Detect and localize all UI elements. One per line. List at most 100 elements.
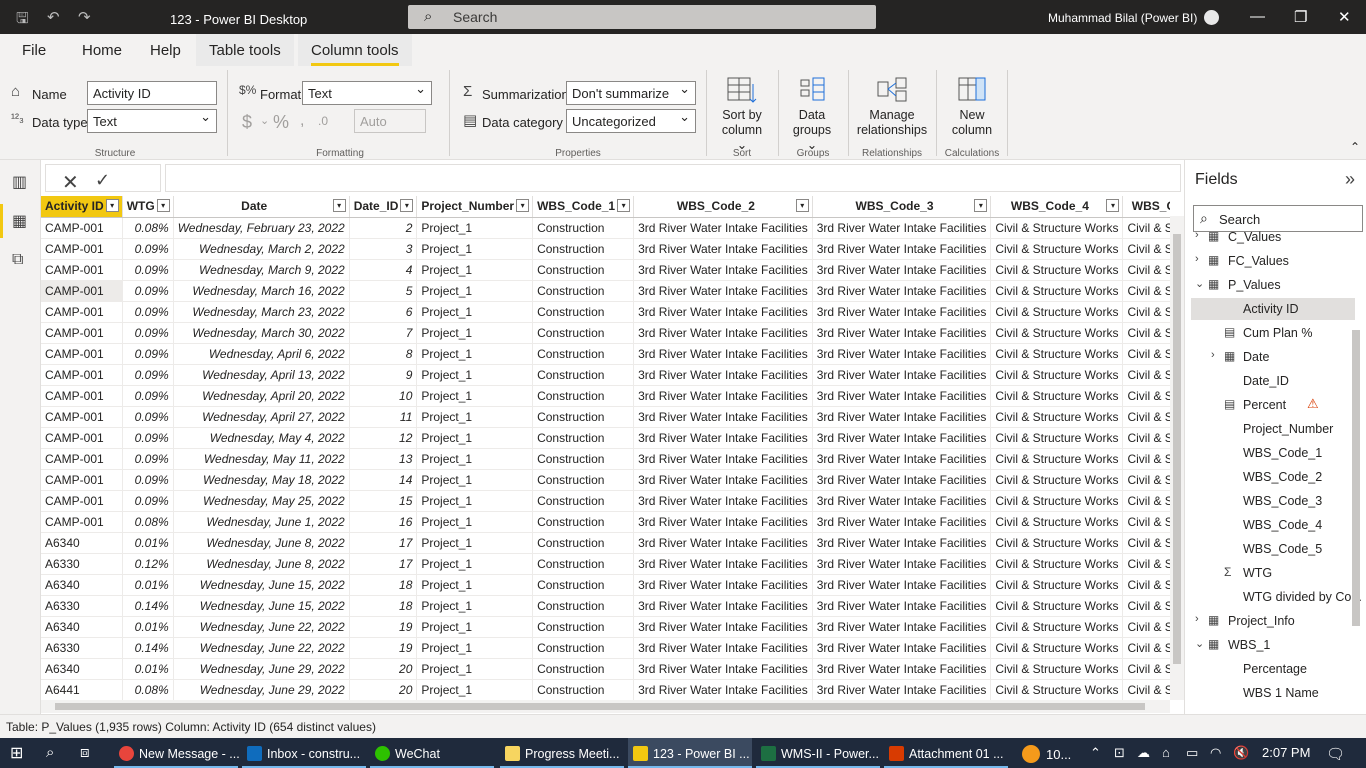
table-cell[interactable]: Construction <box>532 406 635 428</box>
table-cell[interactable]: CAMP-001 <box>41 238 123 260</box>
table-cell[interactable]: 0.09% <box>122 280 174 302</box>
column-header[interactable]: WBS_Code_5▾ <box>1122 196 1170 218</box>
table-cell[interactable]: 10 <box>349 385 418 407</box>
table-cell[interactable]: Project_1 <box>416 364 534 386</box>
chevron-right-icon[interactable]: › <box>1195 613 1199 625</box>
user-name[interactable]: Muhammad Bilal (Power BI) <box>1048 11 1197 25</box>
chevron-down-icon[interactable]: ⌄ <box>1195 277 1204 290</box>
table-cell[interactable]: Civil & Structure Works <box>990 238 1124 260</box>
field-item[interactable]: WBS_Code_2 <box>1191 466 1355 488</box>
table-cell[interactable]: Wednesday, June 15, 2022 <box>173 595 350 617</box>
table-cell[interactable]: Civil & Structure W <box>1122 301 1170 323</box>
table-cell[interactable]: 17 <box>349 532 418 554</box>
table-cell[interactable]: Project_1 <box>416 658 534 680</box>
weather-widget[interactable]: 10... <box>1022 745 1071 763</box>
table-cell[interactable]: Civil & Structure W <box>1122 427 1170 449</box>
table-cell[interactable]: 0.09% <box>122 322 174 344</box>
table-cell[interactable]: Construction <box>532 301 635 323</box>
commit-formula-icon[interactable]: ✓ <box>95 170 110 191</box>
table-cell[interactable]: Wednesday, April 27, 2022 <box>173 406 350 428</box>
column-header[interactable]: Activity ID ▾ <box>41 196 123 218</box>
table-cell[interactable]: 19 <box>349 616 418 638</box>
field-item[interactable]: WBS_Code_5 <box>1191 538 1355 560</box>
filter-dropdown-icon[interactable]: ▾ <box>400 199 414 212</box>
cloud-icon[interactable]: ☁ <box>1137 745 1150 761</box>
field-item[interactable]: WBS 1 Name <box>1191 682 1355 704</box>
table-cell[interactable]: 3rd River Water Intake Facilities <box>633 238 813 260</box>
horizontal-scrollbar[interactable] <box>41 700 1170 713</box>
table-cell[interactable]: 3rd River Water Intake Facilities <box>812 259 992 281</box>
vertical-scrollbar[interactable] <box>1170 216 1184 700</box>
table-cell[interactable]: 3rd River Water Intake Facilities <box>812 658 992 680</box>
table-cell[interactable]: 2 <box>349 217 418 239</box>
table-cell[interactable]: 12 <box>349 427 418 449</box>
table-cell[interactable]: Wednesday, May 11, 2022 <box>173 448 350 470</box>
table-cell[interactable]: 11 <box>349 406 418 428</box>
table-cell[interactable]: Project_1 <box>416 511 534 533</box>
table-cell[interactable]: 3rd River Water Intake Facilities <box>633 406 813 428</box>
table-cell[interactable]: Project_1 <box>416 238 534 260</box>
collapse-pane-icon[interactable]: » <box>1345 169 1355 190</box>
table-cell[interactable]: Project_1 <box>416 679 534 700</box>
field-table-item[interactable]: › ▦ C_Values <box>1191 226 1355 248</box>
table-cell[interactable]: Wednesday, March 30, 2022 <box>173 322 350 344</box>
table-cell[interactable]: 3rd River Water Intake Facilities <box>812 448 992 470</box>
table-cell[interactable]: Civil & Structure Works <box>990 574 1124 596</box>
cancel-formula-icon[interactable]: ✕ <box>62 170 79 195</box>
column-header[interactable]: WBS_Code_3 ▾ <box>812 196 992 218</box>
table-cell[interactable]: Civil & Structure Works <box>990 511 1124 533</box>
tab-table-tools[interactable]: Table tools <box>196 34 294 66</box>
table-cell[interactable]: 3rd River Water Intake Facilities <box>633 259 813 281</box>
tab-file[interactable]: File <box>22 42 46 59</box>
chevron-down-icon[interactable]: ⌄ <box>1195 637 1204 650</box>
report-view-icon[interactable]: ▥ <box>12 172 27 192</box>
table-cell[interactable]: Civil & Structure Works <box>990 322 1124 344</box>
table-cell[interactable]: Construction <box>532 259 635 281</box>
field-table-item[interactable]: ⌄ ▦ P_Values <box>1191 274 1355 296</box>
table-cell[interactable]: 3rd River Water Intake Facilities <box>812 616 992 638</box>
table-cell[interactable]: Project_1 <box>416 448 534 470</box>
currency-icon[interactable]: $ <box>242 112 252 133</box>
table-cell[interactable]: Wednesday, March 16, 2022 <box>173 280 350 302</box>
table-cell[interactable]: Project_1 <box>416 595 534 617</box>
table-cell[interactable]: Wednesday, May 18, 2022 <box>173 469 350 491</box>
table-cell[interactable]: 16 <box>349 511 418 533</box>
table-cell[interactable]: 0.08% <box>122 217 174 239</box>
chevron-down-icon[interactable]: ⌄ <box>260 114 269 127</box>
table-cell[interactable]: Wednesday, June 8, 2022 <box>173 532 350 554</box>
table-cell[interactable]: 3rd River Water Intake Facilities <box>633 532 813 554</box>
table-cell[interactable]: 0.09% <box>122 385 174 407</box>
model-view-icon[interactable]: ⧉ <box>12 251 23 269</box>
table-cell[interactable]: CAMP-001 <box>41 448 123 470</box>
table-cell[interactable]: Construction <box>532 532 635 554</box>
table-cell[interactable]: 3rd River Water Intake Facilities <box>633 448 813 470</box>
table-cell[interactable]: 3rd River Water Intake Facilities <box>812 280 992 302</box>
table-cell[interactable]: Construction <box>532 364 635 386</box>
global-search[interactable]: ⌕ Search <box>408 5 876 29</box>
table-cell[interactable]: 6 <box>349 301 418 323</box>
table-cell[interactable]: Project_1 <box>416 406 534 428</box>
scroll-thumb[interactable] <box>1173 234 1181 664</box>
table-cell[interactable]: 3rd River Water Intake Facilities <box>812 574 992 596</box>
table-cell[interactable]: Civil & Structure W <box>1122 238 1170 260</box>
table-cell[interactable]: Civil & Structure W <box>1122 679 1170 700</box>
warning-icon[interactable]: ⚠ <box>1307 396 1319 412</box>
field-table-item[interactable]: › ▦ Project_Info <box>1191 610 1355 632</box>
table-cell[interactable]: 3rd River Water Intake Facilities <box>812 217 992 239</box>
table-cell[interactable]: 13 <box>349 448 418 470</box>
field-item[interactable]: ▤ Percent ⚠ <box>1191 394 1355 416</box>
table-cell[interactable]: 3rd River Water Intake Facilities <box>812 322 992 344</box>
table-cell[interactable]: Construction <box>532 385 635 407</box>
field-item[interactable]: WBS_Code_4 <box>1191 514 1355 536</box>
table-cell[interactable]: 3rd River Water Intake Facilities <box>812 343 992 365</box>
table-cell[interactable]: CAMP-001 <box>41 385 123 407</box>
table-cell[interactable]: 15 <box>349 490 418 512</box>
table-cell[interactable]: 14 <box>349 469 418 491</box>
table-cell[interactable]: 3rd River Water Intake Facilities <box>812 595 992 617</box>
table-cell[interactable]: Civil & Structure Works <box>990 448 1124 470</box>
table-cell[interactable]: Project_1 <box>416 490 534 512</box>
table-cell[interactable]: Project_1 <box>416 616 534 638</box>
table-cell[interactable]: Wednesday, June 22, 2022 <box>173 616 350 638</box>
field-item[interactable]: ▤ Cum Plan % <box>1191 322 1355 344</box>
table-cell[interactable]: 3rd River Water Intake Facilities <box>812 511 992 533</box>
